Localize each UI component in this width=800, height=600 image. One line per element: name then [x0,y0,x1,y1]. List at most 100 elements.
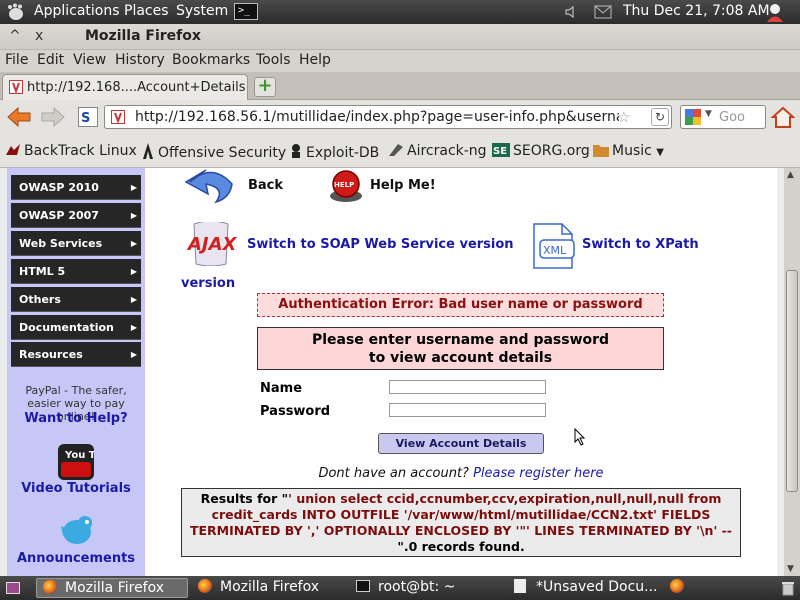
taskbar-item-label: *Unsaved Docu... [536,579,658,595]
bookmark-seorg[interactable]: SE SEORG.org [492,143,590,159]
site-favicon-icon [111,110,125,124]
close-window-icon[interactable]: x [35,28,43,44]
taskbar-item-firefox-1[interactable]: Mozilla Firefox [36,578,188,598]
taskbar-item-label: Mozilla Firefox [65,580,165,596]
sidebar-item-owasp-2007[interactable]: OWASP 2007 ▶ [11,203,141,228]
menu-tools[interactable]: Tools [256,52,291,68]
back-icon[interactable] [184,168,236,206]
menu-help[interactable]: Help [299,52,331,68]
menu-edit[interactable]: Edit [37,52,64,68]
scroll-down-icon[interactable]: ▼ [787,564,794,574]
window-menu-icon[interactable]: ^ [9,28,21,44]
firefox-icon [198,579,212,593]
chevron-right-icon: ▶ [130,211,137,220]
announcements-link[interactable]: Announcements [7,551,145,566]
password-label: Password [260,404,331,419]
help-me-icon[interactable]: HELP [328,170,364,204]
forward-arrow-icon[interactable] [40,105,66,129]
sidebar-item-label: HTML 5 [19,265,66,278]
sidebar-item-others[interactable]: Others ▶ [11,287,141,312]
ajax-icon[interactable]: AJAX [184,222,238,266]
video-tutorials-link[interactable]: Video Tutorials [7,481,145,496]
main-panel: Back HELP Help Me! AJAX Switch to SOAP W… [145,168,777,576]
menu-history[interactable]: History [115,52,165,68]
twitter-bird-icon[interactable] [55,512,97,548]
trash-icon[interactable] [780,580,796,596]
register-link[interactable]: Please register here [473,466,603,481]
bookmark-music-folder[interactable]: Music ▼ [593,143,664,159]
system-menu[interactable]: System [176,3,228,19]
sidebar-item-documentation[interactable]: Documentation ▶ [11,315,141,340]
url-text[interactable]: http://192.168.56.1/mutillidae/index.php… [135,109,619,125]
bookmark-exploit-db[interactable]: Exploit-DB [289,143,379,161]
bookmark-backtrack[interactable]: BackTrack Linux [5,143,137,159]
back-arrow-icon[interactable] [6,105,32,129]
back-label[interactable]: Back [248,178,283,193]
sidebar-item-html5[interactable]: HTML 5 ▶ [11,259,141,284]
youtube-icon[interactable]: You Tube [58,444,94,480]
volume-icon[interactable] [564,5,578,19]
sidebar-item-label: Others [19,293,61,306]
xml-icon[interactable]: XML [528,222,578,270]
user-avatar-icon[interactable] [764,1,786,23]
switch-to-soap-link-cont[interactable]: version [181,276,235,291]
scrollbar-thumb[interactable] [786,270,798,492]
clock[interactable]: Thu Dec 21, 7:08 AM [623,3,770,19]
window-titlebar[interactable]: ^ x Mozilla Firefox [0,24,800,50]
results-suffix: ".0 records found. [397,539,525,554]
youtube-icon-text: You Tube [64,450,94,461]
terminal-launcher-icon[interactable]: >_ [234,3,258,20]
chevron-right-icon: ▶ [130,183,137,192]
name-label: Name [260,381,303,396]
taskbar-item-firefox-2[interactable]: Mozilla Firefox [192,578,344,598]
help-icon-text: HELP [334,181,354,189]
svg-text:S: S [81,111,90,126]
bookmark-aircrack[interactable]: Aircrack-ng [388,143,487,159]
bookmark-offensive-security[interactable]: Offensive Security [141,143,286,161]
chevron-right-icon: ▶ [130,267,137,276]
search-engine-dropdown-icon[interactable]: ▼ [705,109,712,119]
sidebar-item-web-services[interactable]: Web Services ▶ [11,231,141,256]
taskbar-item-terminal[interactable]: root@bt: ~ [350,578,502,598]
switch-to-soap-link[interactable]: Switch to SOAP Web Service version [247,237,514,252]
applications-menu[interactable]: Applications [34,3,120,19]
help-me-label[interactable]: Help Me! [370,178,436,193]
bookmark-label: Exploit-DB [306,145,380,161]
sidebar-item-label: Web Services [19,237,103,250]
vertical-scrollbar[interactable]: ▲ ▼ [784,168,800,576]
bookmark-star-icon[interactable]: ☆ [617,108,630,126]
google-search-icon[interactable] [685,109,701,125]
sidebar-item-owasp-2010[interactable]: OWASP 2010 ▶ [11,175,141,200]
mail-icon[interactable] [594,5,612,19]
scroll-up-icon[interactable]: ▲ [787,170,794,180]
terminal-icon [356,580,370,592]
gnome-foot-icon[interactable] [6,3,26,21]
menu-view[interactable]: View [73,52,106,68]
taskbar-item-firefox-3[interactable] [664,578,690,598]
sidebar-item-resources[interactable]: Resources ▶ [11,342,141,367]
menu-bookmarks[interactable]: Bookmarks [172,52,250,68]
taskbar-item-gedit[interactable]: *Unsaved Docu... [508,578,660,598]
want-to-help-link[interactable]: Want to Help? [7,411,145,426]
prompt-line-1: Please enter username and password [311,332,610,348]
url-bar[interactable]: http://192.168.56.1/mutillidae/index.php… [104,105,672,129]
password-input[interactable] [389,403,546,417]
home-icon[interactable] [770,105,796,129]
page-content: OWASP 2010 ▶ OWASP 2007 ▶ Web Services ▶ HT… [0,168,784,576]
menu-file[interactable]: File [5,52,28,68]
username-input[interactable] [389,380,546,394]
new-tab-button[interactable]: + [254,77,276,97]
switch-to-xpath-link[interactable]: Switch to XPath [582,237,699,252]
view-account-details-button[interactable]: View Account Details [378,433,544,454]
s-addon-icon[interactable]: S [78,107,98,127]
search-box[interactable]: ▼ Goo [680,105,766,129]
show-desktop-icon[interactable] [6,582,20,594]
aircrack-icon [389,144,403,156]
tab-strip: http://192.168....Account+Details + [0,72,800,100]
sidebar: OWASP 2010 ▶ OWASP 2007 ▶ Web Services ▶ HT… [7,168,145,576]
reload-icon[interactable]: ↻ [651,108,669,126]
tab-account-details[interactable]: http://192.168....Account+Details [2,74,248,100]
ajax-icon-text: AJAX [186,234,238,255]
places-menu[interactable]: Places [124,3,169,19]
top-panel: Applications Places System >_ Thu Dec 21… [0,0,800,24]
